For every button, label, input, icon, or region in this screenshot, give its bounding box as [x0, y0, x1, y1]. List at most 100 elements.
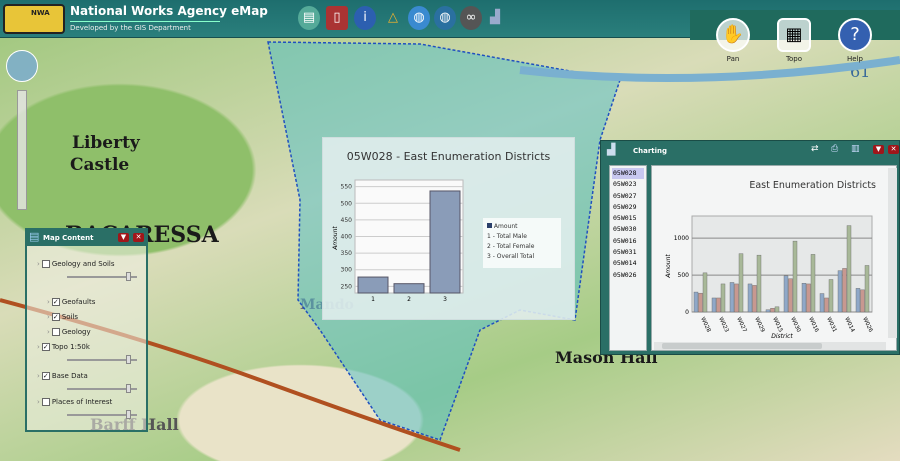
topo-label: Topo: [785, 55, 803, 63]
x-tick-label: W027: [735, 316, 747, 333]
minimize-button[interactable]: ▼: [118, 233, 129, 242]
help-icon: ?: [850, 24, 860, 45]
layer-item[interactable]: › Geology: [47, 328, 91, 336]
layer-checkbox[interactable]: [41, 260, 50, 268]
y-tick-label: 350: [341, 250, 353, 257]
chart-icon[interactable]: ▟: [484, 6, 506, 30]
legend-entry: 1 - Total Male: [487, 233, 527, 240]
bar: [729, 282, 735, 313]
y-axis-label: Amount: [332, 226, 339, 251]
measure-icon[interactable]: △: [382, 6, 404, 30]
expand-arrow-icon[interactable]: ›: [47, 298, 50, 306]
slider-thumb[interactable]: [126, 355, 131, 364]
bar: [711, 297, 717, 313]
globe-tools-icon[interactable]: ◍: [434, 6, 456, 30]
expand-arrow-icon[interactable]: ›: [47, 313, 50, 321]
close-button[interactable]: ✕: [133, 233, 144, 242]
layer-checkbox[interactable]: [41, 398, 50, 406]
info-icon[interactable]: i: [354, 6, 376, 30]
layer-checkbox[interactable]: ✓: [51, 298, 60, 306]
zoom-slider[interactable]: [17, 90, 27, 210]
topo-button[interactable]: ▦: [777, 18, 811, 52]
layer-item[interactable]: › Geology and Soils: [37, 260, 115, 268]
layer-checkbox[interactable]: ✓: [41, 343, 50, 351]
map-content-title: Map Content: [43, 234, 94, 242]
district-list-item[interactable]: 05W030: [612, 224, 644, 235]
bar: [855, 288, 861, 313]
district-list-item[interactable]: 05W031: [612, 247, 644, 258]
layer-item[interactable]: › ✓ Soils: [47, 313, 78, 321]
y-tick-label: 500: [678, 272, 690, 279]
x-tick-label: W026: [861, 316, 873, 333]
print-icon[interactable]: ⎙: [831, 144, 838, 154]
x-tick-label: W023: [717, 316, 729, 333]
district-list-item[interactable]: 05W029: [612, 202, 644, 213]
district-list-item[interactable]: 05W016: [612, 236, 644, 247]
scrollbar-thumb[interactable]: [662, 343, 822, 349]
export-icon[interactable]: ⇄: [811, 144, 819, 154]
x-tick-label: W029: [753, 316, 765, 333]
expand-arrow-icon[interactable]: ›: [47, 328, 50, 336]
bar: [860, 289, 865, 313]
help-button[interactable]: ?: [838, 18, 872, 52]
bar: [357, 276, 389, 294]
slider-thumb[interactable]: [126, 410, 131, 419]
district-list-item[interactable]: 05W026: [612, 270, 644, 281]
expand-arrow-icon[interactable]: ›: [37, 372, 40, 380]
globe-icon[interactable]: ◍: [408, 6, 430, 30]
bar: [810, 254, 816, 313]
layer-opacity-slider[interactable]: [67, 355, 137, 364]
binoculars-icon[interactable]: ∞: [460, 6, 482, 30]
district-list-item[interactable]: 05W028: [612, 168, 644, 180]
agency-logo: NWA: [3, 4, 65, 34]
layer-item[interactable]: › Places of Interest: [37, 398, 112, 406]
layer-opacity-slider[interactable]: [67, 384, 137, 393]
district-list-item[interactable]: 05W015: [612, 213, 644, 224]
bar: [393, 283, 425, 294]
layer-item[interactable]: › ✓ Geofaults: [47, 298, 95, 306]
layer-checkbox[interactable]: ✓: [51, 313, 60, 321]
layer-opacity-slider[interactable]: [67, 272, 137, 281]
pan-navigation-control[interactable]: [6, 50, 38, 82]
bar: [716, 297, 721, 313]
expand-arrow-icon[interactable]: ›: [37, 260, 40, 268]
bar: [824, 297, 829, 313]
slider-thumb[interactable]: [126, 384, 131, 393]
bar: [693, 291, 699, 313]
vertical-scrollbar[interactable]: [888, 168, 897, 338]
layer-item[interactable]: › ✓ Base Data: [37, 372, 88, 380]
hand-icon: ✋: [721, 24, 745, 45]
expand-arrow-icon[interactable]: ›: [37, 398, 40, 406]
bar: [788, 278, 793, 313]
map-content-panel: ▤ Map Content ▼ ✕ › Geology and Soils › ✓ Ge…: [25, 228, 148, 432]
layer-item[interactable]: › ✓ Topo 1:50k: [37, 343, 90, 351]
district-list-item[interactable]: 05W027: [612, 191, 644, 202]
bar: [801, 282, 807, 313]
x-tick-label: W031: [825, 316, 837, 333]
district-list[interactable]: 05W028 05W023 05W027 05W029 05W015 05W030 05W0…: [609, 165, 647, 351]
slider-thumb[interactable]: [126, 272, 131, 281]
bar: [747, 283, 753, 313]
bar: [842, 268, 847, 313]
minimize-button[interactable]: ▼: [873, 145, 884, 154]
bar: [765, 309, 771, 313]
bar: [806, 283, 811, 313]
y-tick-label: 300: [341, 267, 353, 274]
layer-checkbox[interactable]: ✓: [41, 372, 50, 380]
layers-icon[interactable]: ▤: [298, 6, 320, 30]
close-button[interactable]: ✕: [888, 145, 899, 154]
expand-arrow-icon[interactable]: ›: [37, 343, 40, 351]
legend-title: Amount: [493, 223, 518, 230]
bar: [698, 292, 703, 313]
bar: [819, 293, 825, 313]
pan-button[interactable]: ✋: [716, 18, 750, 52]
district-list-item[interactable]: 05W023: [612, 179, 644, 190]
bar: [720, 283, 726, 313]
delete-icon[interactable]: ▥: [851, 144, 860, 154]
bar: [828, 279, 834, 313]
district-list-item[interactable]: 05W014: [612, 258, 644, 269]
book-icon[interactable]: ▯: [326, 6, 348, 30]
layer-opacity-slider[interactable]: [67, 410, 137, 419]
x-tick-label: W030: [789, 316, 801, 333]
layer-checkbox[interactable]: [51, 328, 60, 336]
